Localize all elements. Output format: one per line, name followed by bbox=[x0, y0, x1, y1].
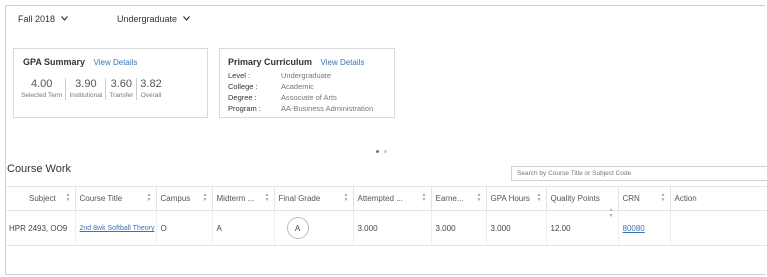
gpa-stat-value: 3.60 bbox=[110, 78, 133, 90]
col-header-action: Action bbox=[670, 186, 767, 211]
course-title-link[interactable]: 2nd 8wk Softball Theory bbox=[80, 225, 155, 233]
sort-icon[interactable]: ▲ ▼ bbox=[609, 207, 614, 219]
curriculum-header: Primary Curriculum View Details bbox=[228, 57, 364, 67]
col-header-label: Midterm ... bbox=[216, 194, 255, 203]
cell-campus: O bbox=[156, 210, 213, 246]
curriculum-title: Primary Curriculum bbox=[228, 57, 313, 67]
cell-course-title: 2nd 8wk Softball Theory bbox=[75, 210, 157, 246]
curriculum-value: AA-Business Administration bbox=[281, 104, 374, 113]
sort-icon[interactable]: ▲ ▼ bbox=[422, 193, 427, 203]
col-header-label: CRN bbox=[622, 194, 640, 203]
col-header-label: GPA Hours bbox=[490, 194, 530, 203]
carousel-dot-active[interactable] bbox=[376, 150, 379, 153]
sort-icon[interactable]: ▲ ▼ bbox=[661, 193, 666, 203]
crn-link[interactable]: 80080 bbox=[623, 224, 645, 233]
curriculum-value: Academic bbox=[281, 82, 314, 91]
carousel-pagination bbox=[376, 150, 387, 153]
gpa-stat-overall: 3.82 Overall bbox=[136, 78, 164, 100]
gpa-stat-label: Institutional bbox=[69, 92, 103, 99]
col-header-crn[interactable]: CRN ▲ ▼ bbox=[618, 186, 671, 211]
curriculum-row-program: Program : AA-Business Administration bbox=[228, 103, 373, 114]
sort-icon[interactable]: ▲ ▼ bbox=[537, 193, 542, 203]
col-header-label: Attempted ... bbox=[357, 194, 403, 203]
col-header-label: Quality Points bbox=[550, 194, 600, 203]
table-header-row: Subject ▲ ▼ Course Title ▲ ▼ Campus ▲ ▼ Midter… bbox=[5, 186, 767, 219]
col-header-attempted[interactable]: Attempted ... ▲ ▼ bbox=[353, 186, 432, 211]
cell-final-grade: A bbox=[274, 210, 354, 246]
gpa-summary-title: GPA Summary bbox=[23, 57, 86, 67]
gpa-stat-value: 3.82 bbox=[140, 78, 162, 90]
curriculum-value: Undergraduate bbox=[281, 71, 332, 80]
gpa-stat-institutional: 3.90 Institutional bbox=[65, 78, 105, 100]
col-header-label: Subject bbox=[29, 194, 56, 203]
curriculum-view-details-link[interactable]: View Details bbox=[321, 58, 365, 67]
sort-icon[interactable]: ▲ ▼ bbox=[265, 193, 270, 203]
curriculum-rows: Level : Undergraduate College : Academic… bbox=[228, 70, 373, 114]
col-header-label: Final Grade bbox=[278, 194, 321, 203]
col-header-campus[interactable]: Campus ▲ ▼ bbox=[156, 186, 213, 211]
table-row: HPR 2493, OO9 2nd 8wk Softball Theory O … bbox=[5, 210, 767, 246]
cell-midterm: A bbox=[212, 210, 275, 246]
course-work-title: Course Work bbox=[7, 163, 71, 175]
curriculum-row-degree: Degree : Associate of Arts bbox=[228, 92, 373, 103]
col-header-earned[interactable]: Earne... ▲ ▼ bbox=[431, 186, 487, 211]
carousel-dot[interactable] bbox=[384, 150, 387, 153]
cell-subject: HPR 2493, OO9 bbox=[5, 210, 76, 246]
gpa-summary-header: GPA Summary View Details bbox=[23, 57, 137, 67]
col-header-midterm[interactable]: Midterm ... ▲ ▼ bbox=[212, 186, 275, 211]
cell-quality-points: 12.00 bbox=[546, 210, 619, 246]
final-grade-badge: A bbox=[286, 217, 309, 239]
gpa-stat-label: Transfer bbox=[109, 92, 134, 99]
sort-icon[interactable]: ▲ ▼ bbox=[344, 193, 349, 203]
curriculum-row-college: College : Academic bbox=[228, 81, 373, 92]
gpa-stat-transfer: 3.60 Transfer bbox=[105, 78, 136, 100]
col-header-final-grade[interactable]: Final Grade ▲ ▼ bbox=[274, 186, 354, 211]
chevron-down-icon bbox=[61, 15, 68, 23]
term-selector-label: Fall 2018 bbox=[18, 14, 56, 24]
curriculum-key: Program : bbox=[228, 104, 261, 113]
curriculum-value: Associate of Arts bbox=[281, 93, 337, 102]
curriculum-key: Degree : bbox=[228, 93, 257, 102]
col-header-subject[interactable]: Subject ▲ ▼ bbox=[5, 186, 76, 211]
sort-icon[interactable]: ▲ ▼ bbox=[203, 193, 208, 203]
cell-gpa-hours: 3.000 bbox=[486, 210, 547, 246]
level-selector[interactable]: Undergraduate bbox=[117, 14, 191, 24]
col-header-label: Campus bbox=[160, 194, 191, 203]
gpa-view-details-link[interactable]: View Details bbox=[94, 58, 138, 67]
gpa-stat-selected-term: 4.00 Selected Term bbox=[18, 78, 65, 100]
sort-icon[interactable]: ▲ ▼ bbox=[66, 193, 71, 203]
col-header-course-title[interactable]: Course Title ▲ ▼ bbox=[75, 186, 157, 211]
col-header-gpa-hours[interactable]: GPA Hours ▲ ▼ bbox=[486, 186, 547, 211]
course-work-table: Subject ▲ ▼ Course Title ▲ ▼ Campus ▲ ▼ Midter… bbox=[5, 186, 767, 246]
col-header-label: Course Title bbox=[79, 194, 123, 203]
gpa-stat-label: Overall bbox=[140, 92, 162, 99]
cell-action bbox=[670, 210, 767, 246]
sort-icon[interactable]: ▲ ▼ bbox=[147, 193, 152, 203]
curriculum-card: Primary Curriculum View Details Level : … bbox=[219, 48, 395, 118]
gpa-stat-value: 3.90 bbox=[75, 78, 97, 90]
course-search-input[interactable] bbox=[511, 166, 767, 181]
cell-crn: 80080 bbox=[618, 210, 671, 246]
col-header-quality-points[interactable]: Quality Points ▲ ▼ bbox=[546, 186, 619, 219]
gpa-summary-card: GPA Summary View Details 4.00 Selected T… bbox=[13, 48, 208, 118]
term-selector[interactable]: Fall 2018 bbox=[18, 14, 68, 24]
cell-earned: 3.000 bbox=[431, 210, 487, 246]
col-header-label: Action bbox=[674, 194, 697, 203]
chevron-down-icon bbox=[183, 15, 191, 23]
curriculum-key: Level : bbox=[228, 71, 251, 80]
curriculum-row-level: Level : Undergraduate bbox=[228, 70, 373, 81]
gpa-stats: 4.00 Selected Term 3.90 Institutional 3.… bbox=[18, 78, 165, 100]
curriculum-key: College : bbox=[228, 82, 258, 91]
level-selector-label: Undergraduate bbox=[117, 14, 178, 24]
cell-attempted: 3.000 bbox=[353, 210, 432, 246]
gpa-stat-label: Selected Term bbox=[21, 92, 63, 99]
gpa-stat-value: 4.00 bbox=[31, 78, 53, 90]
sort-icon[interactable]: ▲ ▼ bbox=[477, 193, 482, 203]
col-header-label: Earne... bbox=[435, 194, 464, 203]
